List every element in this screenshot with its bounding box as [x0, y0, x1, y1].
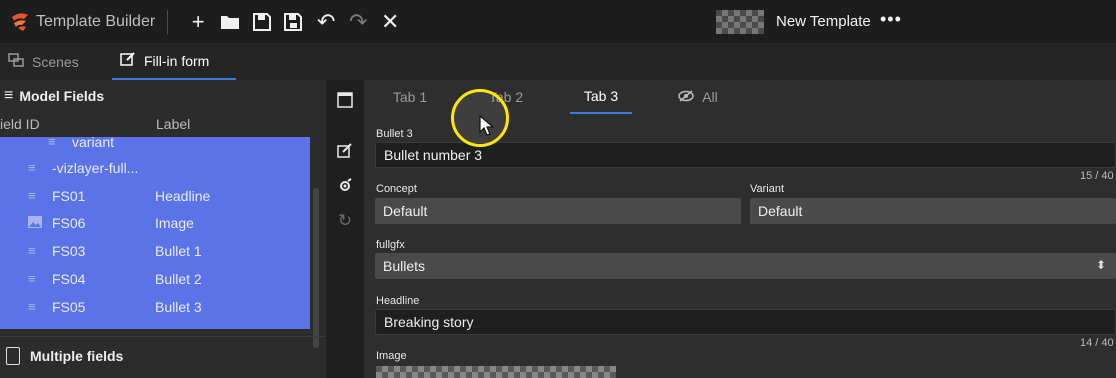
- undo-icon[interactable]: ↶: [310, 7, 342, 37]
- document-icon: [6, 346, 20, 365]
- plus-icon[interactable]: +: [182, 7, 214, 37]
- toolbar-divider: [167, 9, 169, 34]
- tab-all[interactable]: All: [668, 80, 728, 114]
- scenes-icon: [8, 53, 24, 70]
- multiple-fields-label: Multiple fields: [30, 347, 124, 364]
- text-field-icon: ≡: [28, 271, 36, 286]
- form-view-icon[interactable]: [326, 85, 364, 115]
- list-item[interactable]: ≡ FS03 Bullet 1: [0, 238, 310, 265]
- variant-field[interactable]: Default: [750, 198, 1116, 224]
- preview-icon[interactable]: [326, 171, 364, 201]
- folder-icon[interactable]: [214, 7, 246, 37]
- image-preview[interactable]: [376, 366, 616, 378]
- column-label[interactable]: Label: [156, 116, 190, 138]
- mouse-cursor-icon: [479, 114, 495, 142]
- list-item[interactable]: ≡ FS04 Bullet 2: [0, 266, 310, 293]
- fullgfx-selected-value: Bullets: [383, 258, 426, 274]
- tab-scenes-label: Scenes: [32, 53, 79, 70]
- tab-all-label: All: [702, 89, 718, 105]
- text-field-icon: ≡: [48, 137, 56, 149]
- tab-3[interactable]: Tab 3: [570, 80, 632, 114]
- text-field-icon: ≡: [28, 188, 36, 203]
- select-arrow-icon: ⬍: [1095, 258, 1106, 272]
- model-fields-header: ≡ Model Fields: [0, 80, 326, 112]
- list-item[interactable]: ≡ FS05 Bullet 3: [0, 294, 310, 321]
- redo-icon[interactable]: ↷: [342, 7, 374, 37]
- text-field-icon: ≡: [28, 243, 36, 258]
- more-options-icon[interactable]: •••: [880, 9, 902, 30]
- app-title: Template Builder: [36, 12, 156, 30]
- tab-fill-in-form-label: Fill-in form: [144, 52, 210, 69]
- list-item[interactable]: ≡ FS01 Headline: [0, 183, 310, 210]
- top-toolbar: Template Builder + ↶ ↷ ✕ New Template ••…: [0, 0, 1116, 43]
- headline-input[interactable]: Breaking story: [375, 309, 1116, 335]
- save-as-icon[interactable]: [278, 7, 310, 37]
- bullet3-char-counter: 15 / 40: [1080, 170, 1114, 182]
- text-field-icon: ≡: [28, 299, 36, 314]
- edit-form-icon[interactable]: [326, 136, 364, 166]
- refresh-icon[interactable]: ↻: [326, 206, 364, 236]
- tab-scenes[interactable]: Scenes: [8, 43, 79, 80]
- edit-icon: [120, 51, 136, 70]
- model-fields-title: Model Fields: [19, 88, 105, 104]
- tab-fill-in-form[interactable]: Fill-in form: [112, 43, 236, 80]
- column-field-id[interactable]: ield ID: [0, 116, 40, 138]
- fullgfx-select[interactable]: Bullets ⬍: [375, 253, 1116, 279]
- variant-label: Variant: [750, 183, 785, 195]
- close-icon[interactable]: ✕: [374, 7, 406, 37]
- scrollbar[interactable]: [313, 188, 319, 348]
- headline-char-counter: 14 / 40: [1080, 337, 1114, 349]
- hidden-eye-icon: [678, 89, 694, 105]
- bullet3-label: Bullet 3: [376, 128, 413, 140]
- vertical-toolbar: ↻: [326, 80, 364, 378]
- concept-label: Concept: [376, 183, 417, 195]
- template-name: New Template: [776, 13, 871, 30]
- list-icon: ≡: [4, 87, 14, 104]
- model-fields-panel: ≡ Model Fields ield ID Label ≡ variant ≡…: [0, 80, 326, 378]
- template-thumbnail: [716, 10, 764, 34]
- fields-list: ≡ variant ≡ -vizlayer-full... ≡ FS01 Hea…: [0, 137, 310, 329]
- tab-1[interactable]: Tab 1: [382, 80, 438, 114]
- save-icon[interactable]: [246, 7, 278, 37]
- multiple-fields-section[interactable]: Multiple fields: [0, 336, 326, 374]
- list-item[interactable]: ≡ variant: [0, 137, 310, 156]
- list-item[interactable]: FS06 Image: [0, 210, 310, 237]
- app-logo-icon: [10, 11, 32, 33]
- concept-field[interactable]: Default: [375, 198, 741, 224]
- fullgfx-label: fullgfx: [376, 239, 405, 251]
- text-field-icon: ≡: [28, 160, 36, 175]
- image-field-icon: [28, 216, 42, 229]
- list-item[interactable]: ≡ -vizlayer-full...: [0, 155, 310, 182]
- headline-label: Headline: [376, 295, 420, 307]
- mode-tab-bar: Scenes Fill-in form: [0, 43, 1116, 80]
- image-label: Image: [376, 350, 407, 362]
